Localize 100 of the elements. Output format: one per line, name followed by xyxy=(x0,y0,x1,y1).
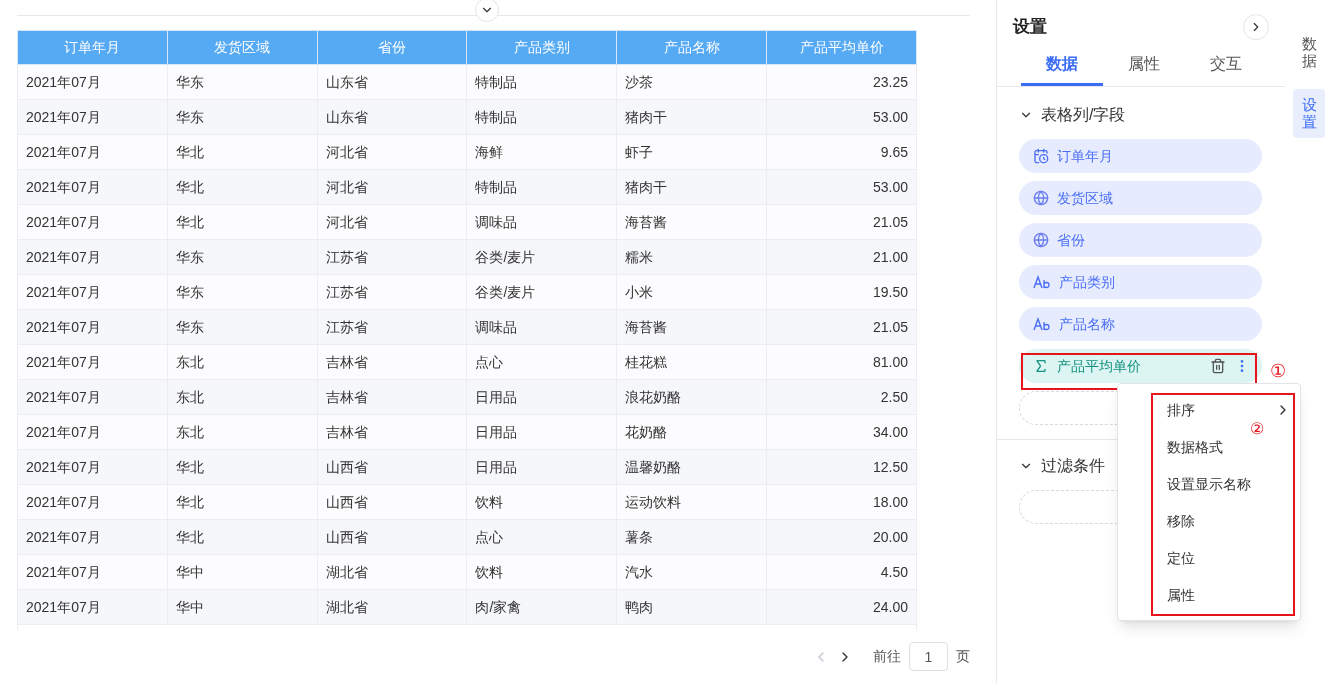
table-cell: 2021年07月 xyxy=(17,484,168,520)
goto-label: 前往 xyxy=(873,647,901,666)
table-cell: 日用品 xyxy=(466,379,617,415)
table-cell: 吉林省 xyxy=(317,379,467,415)
table-cell: 东北 xyxy=(167,379,318,415)
table-cell: 华北 xyxy=(167,169,318,205)
table-cell: 23.25 xyxy=(766,64,917,100)
collapse-button[interactable] xyxy=(475,0,499,22)
table-cell: 小米 xyxy=(616,274,767,310)
table-cell: 汽水 xyxy=(616,554,767,590)
table-cell: 猪肉干 xyxy=(616,99,767,135)
trash-icon[interactable] xyxy=(1210,358,1226,374)
table-cell: 18.00 xyxy=(766,484,917,520)
annotation-mark: ① xyxy=(1270,360,1286,383)
table-cell: 温馨奶酪 xyxy=(616,449,767,485)
table-cell: 21.05 xyxy=(766,204,917,240)
table-cell: 21.05 xyxy=(766,309,917,345)
table-cell: 2021年07月 xyxy=(17,99,168,135)
table-cell: 湖北省 xyxy=(317,554,467,590)
side-tab[interactable]: 数据 xyxy=(1293,28,1325,77)
table-cell: 沙茶 xyxy=(616,64,767,100)
table-cell: 2021年07月 xyxy=(17,309,168,345)
table-cell: 81.00 xyxy=(766,344,917,380)
table-cell: 华东 xyxy=(167,99,318,135)
calendar-clock-icon xyxy=(1033,148,1049,164)
page-input[interactable]: 1 xyxy=(909,642,948,671)
menu-item[interactable]: 数据格式 xyxy=(1153,436,1293,458)
table-cell: 华东 xyxy=(167,239,318,275)
table-cell: 饮料 xyxy=(466,554,617,590)
table-cell: 虾子 xyxy=(616,134,767,170)
table-cell: 9.65 xyxy=(766,134,917,170)
panel-tab[interactable]: 交互 xyxy=(1185,44,1267,86)
table-cell: 江苏省 xyxy=(317,274,467,310)
table-cell: 山东省 xyxy=(317,64,467,100)
side-tab[interactable]: 设置 xyxy=(1293,89,1325,138)
table-cell: 山东省 xyxy=(317,99,467,135)
text-type-icon xyxy=(1033,317,1051,331)
menu-item[interactable]: 属性 xyxy=(1153,584,1293,606)
field-pill[interactable]: 发货区域 xyxy=(1019,181,1262,215)
field-pill[interactable]: 产品名称 xyxy=(1019,307,1262,341)
globe-icon xyxy=(1033,190,1049,206)
table-cell: 2021年07月 xyxy=(17,449,168,485)
sigma-icon xyxy=(1033,358,1049,374)
table-cell: 19.50 xyxy=(766,274,917,310)
table-cell: 海苔酱 xyxy=(616,204,767,240)
globe-icon xyxy=(1033,232,1049,248)
field-pill[interactable]: 产品平均单价 xyxy=(1019,349,1262,383)
table-cell: 谷类/麦片 xyxy=(466,239,617,275)
table-cell: 2021年07月 xyxy=(17,64,168,100)
table-cell: 日用品 xyxy=(466,414,617,450)
table-cell: 华北 xyxy=(167,519,318,555)
table-cell: 12.50 xyxy=(766,449,917,485)
menu-item[interactable]: 设置显示名称 xyxy=(1153,473,1293,495)
table-cell: 华东 xyxy=(167,309,318,345)
table-cell: 湖北省 xyxy=(317,589,467,625)
menu-item[interactable]: 定位 xyxy=(1153,547,1293,569)
column-header: 产品平均单价 xyxy=(766,30,917,65)
table-cell: 江苏省 xyxy=(317,309,467,345)
table-cell: 鸭肉 xyxy=(616,589,767,625)
table-cell: 20.00 xyxy=(766,519,917,555)
table-cell: 河北省 xyxy=(317,204,467,240)
table-cell: 猪肉干 xyxy=(616,169,767,205)
text-type-icon xyxy=(1033,275,1051,289)
column-header: 订单年月 xyxy=(17,30,168,65)
table-cell: 华北 xyxy=(167,484,318,520)
table-cell: 东北 xyxy=(167,344,318,380)
table-cell: 点心 xyxy=(466,344,617,380)
table-cell: 特制品 xyxy=(466,99,617,135)
page-suffix: 页 xyxy=(956,647,970,666)
panel-tab[interactable]: 属性 xyxy=(1103,44,1185,86)
table-cell: 2021年07月 xyxy=(17,204,168,240)
table-cell: 吉林省 xyxy=(317,344,467,380)
table-cell: 4.50 xyxy=(766,554,917,590)
table-cell: 谷类/麦片 xyxy=(466,274,617,310)
column-header: 产品类别 xyxy=(466,30,617,65)
table-cell: 华北 xyxy=(167,134,318,170)
table-cell: 2021年07月 xyxy=(17,169,168,205)
table-cell: 华北 xyxy=(167,204,318,240)
table-cell: 华中 xyxy=(167,554,318,590)
panel-tab[interactable]: 数据 xyxy=(1021,44,1103,86)
table-cell: 2021年07月 xyxy=(17,344,168,380)
table-cell: 桂花糕 xyxy=(616,344,767,380)
table-cell: 山西省 xyxy=(317,449,467,485)
table-cell: 日用品 xyxy=(466,449,617,485)
field-pill[interactable]: 省份 xyxy=(1019,223,1262,257)
field-pill[interactable]: 订单年月 xyxy=(1019,139,1262,173)
table-cell: 东北 xyxy=(167,414,318,450)
table-cell: 2021年07月 xyxy=(17,134,168,170)
table-cell: 34.00 xyxy=(766,414,917,450)
table-cell: 2021年07月 xyxy=(17,239,168,275)
table-cell: 糯米 xyxy=(616,239,767,275)
table-cell: 点心 xyxy=(466,519,617,555)
table-cell: 2.50 xyxy=(766,379,917,415)
table-cell: 吉林省 xyxy=(317,414,467,450)
table-cell: 21.00 xyxy=(766,239,917,275)
field-pill[interactable]: 产品类别 xyxy=(1019,265,1262,299)
table-cell: 肉/家禽 xyxy=(466,589,617,625)
menu-item[interactable]: 移除 xyxy=(1153,510,1293,532)
menu-item[interactable]: 排序 xyxy=(1153,399,1293,421)
table-cell: 华中 xyxy=(167,589,318,625)
